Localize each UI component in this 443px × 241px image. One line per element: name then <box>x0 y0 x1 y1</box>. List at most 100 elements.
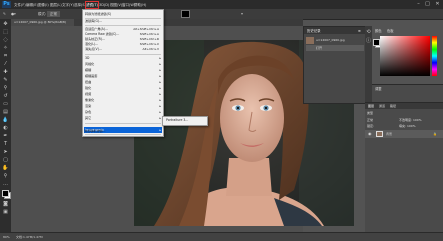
brush-preset-icon[interactable]: ●▾ <box>11 10 16 18</box>
menu-item[interactable]: 其它 <box>85 116 91 121</box>
properties-icon[interactable]: ⓘ <box>365 38 372 44</box>
history-panel: 历史记录 ≡ u=12007_0960.jpg 打开 <box>303 26 367 104</box>
eye-icon[interactable]: ◉ <box>368 131 372 137</box>
hue-slider[interactable] <box>432 36 437 76</box>
submenu-arrow-icon: ▸ <box>159 98 161 102</box>
menu-filter[interactable]: 滤镜(T) <box>85 1 99 9</box>
menu-item[interactable]: 风格化 <box>85 62 94 67</box>
type-tool-icon[interactable]: T <box>2 141 9 147</box>
color-swatch[interactable] <box>181 10 190 18</box>
menu-item[interactable]: 视频 <box>85 92 91 97</box>
submenu-arrow-icon: ▸ <box>159 80 161 84</box>
lock-label: 锁定: <box>367 124 375 128</box>
menu-view[interactable]: 视图(V) <box>110 2 122 8</box>
move-tool-icon[interactable]: ✥ <box>2 21 9 27</box>
menu-separator <box>85 54 161 55</box>
history-state[interactable]: 打开 <box>306 45 364 51</box>
menu-item[interactable]: 滤镜库(G)... <box>85 19 102 24</box>
history-icon[interactable]: ⟲ <box>365 29 372 35</box>
layer-name[interactable]: 背景 <box>386 131 392 137</box>
tab-layers[interactable]: 图层 <box>368 103 374 109</box>
panel-menu-icon[interactable]: ≡ <box>358 28 361 34</box>
path-select-icon[interactable]: ➤ <box>2 149 9 155</box>
mode-label: 模式: <box>38 12 47 16</box>
menu-item[interactable]: 像素化 <box>85 98 94 103</box>
menu-image[interactable]: 图像(I) <box>38 2 49 8</box>
menu-item[interactable]: 3D <box>85 56 89 61</box>
layers-tabs: 图层 通道 路径 <box>365 103 443 109</box>
menu-item[interactable]: 杂色 <box>85 110 91 115</box>
submenu-arrow-icon: ▸ <box>159 74 161 78</box>
submenu-arrow-icon: ▸ <box>159 127 161 132</box>
menu-item[interactable]: 渲染 <box>85 104 91 109</box>
eraser-icon[interactable]: ▭ <box>2 101 9 107</box>
zoom-level[interactable]: 80% <box>3 234 10 240</box>
clone-stamp-icon[interactable]: ⚲ <box>2 85 9 91</box>
close-icon[interactable]: ✕ <box>434 1 441 8</box>
tab-history[interactable]: 历史记录 <box>307 28 321 34</box>
adjustments-panel: 调整 <box>372 84 443 103</box>
panel-icons-column: ⟲ ⓘ <box>365 26 372 102</box>
menu-item-browse-online[interactable]: 浏览联机滤镜... <box>84 129 106 134</box>
crop-tool-icon[interactable]: ⌗ <box>2 53 9 59</box>
quick-select-icon[interactable]: ✧ <box>2 45 9 51</box>
shape-tool-icon[interactable]: ▢ <box>2 157 9 163</box>
zoom-tool-icon[interactable]: ⚲ <box>2 173 9 179</box>
mode-select[interactable]: 正常 <box>47 11 60 17</box>
menu-item-portraiture[interactable]: Portraiture 3... <box>166 118 188 123</box>
blur-tool-icon[interactable]: 💧 <box>2 117 9 123</box>
screen-mode-icon[interactable]: ▣ <box>2 209 9 215</box>
menu-layer[interactable]: 图层(L) <box>50 2 62 8</box>
tab-color[interactable]: 颜色 <box>375 28 382 34</box>
doc-size: 文档:1.47M/1.47M <box>16 235 43 239</box>
tab-adjustments[interactable]: 调整 <box>375 86 382 92</box>
marquee-tool-icon[interactable]: ⬚ <box>2 29 9 35</box>
hand-tool-icon[interactable]: ✋ <box>2 165 9 171</box>
history-snapshot[interactable]: u=12007_0960.jpg <box>316 37 364 43</box>
dodge-tool-icon[interactable]: ◐ <box>2 125 9 131</box>
pen-tool-icon[interactable]: ✒ <box>2 133 9 139</box>
menu-select[interactable]: 选择(S) <box>74 2 86 8</box>
menu-help[interactable]: 帮助(H) <box>134 2 146 8</box>
quick-mask-icon[interactable]: ◙ <box>2 201 9 207</box>
menu-edit[interactable]: 编辑(E) <box>26 2 38 8</box>
menu-file[interactable]: 文件(F) <box>14 2 26 8</box>
menu-type[interactable]: 文字(Y) <box>62 2 74 8</box>
layer-kind-filter[interactable]: 类型 <box>367 110 373 116</box>
more-tools-icon[interactable]: … <box>2 181 9 187</box>
menu-3d[interactable]: 3D(D) <box>99 2 109 8</box>
foreground-color[interactable] <box>2 190 9 197</box>
history-brush-icon[interactable]: ↺ <box>2 93 9 99</box>
menu-item[interactable]: 模糊 <box>85 68 91 73</box>
minimize-icon[interactable]: – <box>415 1 422 8</box>
brush-tool-icon[interactable]: ✎ <box>2 77 9 83</box>
menu-item[interactable]: 模糊画廊 <box>85 74 97 79</box>
document-tab[interactable]: u=12007_0960.jpg @ 80%(RGB/8) <box>11 19 74 26</box>
fill-field[interactable]: 填充: 100% <box>399 123 416 129</box>
menu-item[interactable]: 转换为智能滤镜(S) <box>85 12 111 17</box>
chevron-down-icon[interactable]: ▾ <box>241 10 246 18</box>
brush-tool-icon[interactable]: ✎ <box>3 10 6 18</box>
menu-item[interactable]: 扭曲 <box>85 80 91 85</box>
panel-header: 历史记录 ≡ <box>304 27 366 34</box>
menu-item[interactable]: 消失点(V)... <box>85 47 102 52</box>
color-picker-field[interactable] <box>380 36 430 76</box>
tab-channels[interactable]: 通道 <box>379 103 385 109</box>
snapshot-thumbnail[interactable] <box>306 37 314 44</box>
maximize-icon[interactable]: □ <box>424 1 431 8</box>
menu-item[interactable]: 锐化 <box>85 86 91 91</box>
submenu-arrow-icon: ▸ <box>159 92 161 96</box>
submenu-arrow-icon: ▸ <box>159 62 161 66</box>
submenu-arrow-icon: ▸ <box>159 116 161 120</box>
tab-swatches[interactable]: 色板 <box>387 28 394 34</box>
healing-brush-icon[interactable]: ✚ <box>2 69 9 75</box>
menu-separator <box>85 25 161 26</box>
tab-paths[interactable]: 路径 <box>390 103 396 109</box>
layer-thumbnail[interactable] <box>376 131 383 137</box>
menu-separator <box>85 134 161 135</box>
eyedropper-icon[interactable]: ⁄ <box>2 61 9 67</box>
lasso-tool-icon[interactable]: ◌ <box>2 37 9 43</box>
gradient-icon[interactable]: ▤ <box>2 109 9 115</box>
foreground-color[interactable] <box>373 39 380 46</box>
submenu-arrow-icon: ▸ <box>159 86 161 90</box>
